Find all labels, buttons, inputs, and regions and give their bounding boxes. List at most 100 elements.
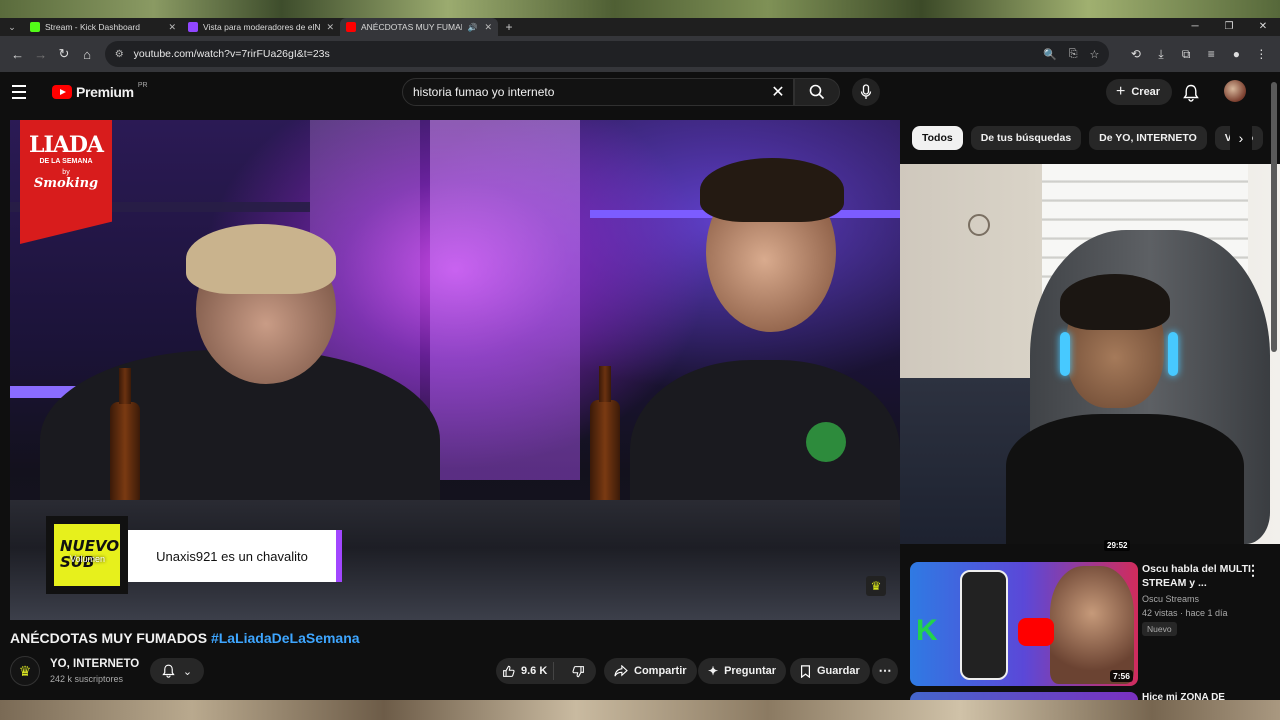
video-title-text: ANÉCDOTAS MUY FUMADOS bbox=[10, 630, 208, 646]
recommended-channel[interactable]: Oscu Streams bbox=[1142, 594, 1199, 604]
recommended-thumbnail[interactable]: K 7:56 bbox=[910, 562, 1138, 686]
youtube-favicon-icon bbox=[346, 22, 356, 32]
reading-list-icon[interactable]: ≡ bbox=[1199, 47, 1224, 61]
desktop-wallpaper-top bbox=[0, 0, 1280, 18]
guest-right-hair bbox=[700, 158, 844, 222]
logo-subtitle: DE LA SEMANA bbox=[39, 158, 93, 165]
profile-icon[interactable]: ● bbox=[1224, 47, 1249, 61]
tab-kick-dashboard[interactable]: Stream - Kick Dashboard ✕ bbox=[24, 18, 182, 36]
chevron-right-icon[interactable]: › bbox=[1230, 126, 1252, 150]
like-button[interactable]: 9.6 K bbox=[496, 662, 555, 680]
thumbs-down-icon bbox=[572, 665, 584, 677]
minimize-icon[interactable]: ─ bbox=[1178, 18, 1212, 36]
tab-search-icon[interactable]: ⌄ bbox=[0, 18, 24, 36]
account-avatar[interactable] bbox=[1224, 80, 1246, 102]
youtube-header: Premium PR ✕ + Crear bbox=[0, 72, 1280, 112]
hashtag-link[interactable]: #LaLiadaDeLaSemana bbox=[211, 630, 360, 646]
bookmark-icon bbox=[800, 664, 811, 678]
thumbs-up-icon bbox=[503, 665, 515, 677]
chip-from-channel[interactable]: De YO, INTERNETO bbox=[1089, 126, 1207, 150]
streamer-hair bbox=[1060, 274, 1170, 330]
browser-menu-icon[interactable]: ⋮ bbox=[1249, 47, 1274, 61]
dreamcatcher bbox=[968, 214, 990, 236]
share-label: Compartir bbox=[634, 665, 687, 677]
save-button[interactable]: Guardar bbox=[790, 658, 870, 684]
notifications-button[interactable] bbox=[1180, 82, 1202, 104]
cast-icon[interactable]: ⎘ bbox=[1069, 48, 1078, 61]
search-input[interactable] bbox=[413, 85, 763, 99]
reload-icon[interactable]: ↻ bbox=[52, 42, 75, 66]
browser-toolbar: ← → ↻ ⌂ ⚙ youtube.com/watch?v=7rirFUa26g… bbox=[0, 36, 1280, 72]
channel-watermark-icon[interactable]: ♛ bbox=[866, 576, 886, 596]
beer-bottle bbox=[110, 368, 140, 502]
close-tab-icon[interactable]: ✕ bbox=[484, 22, 492, 33]
chevron-down-icon: ⌄ bbox=[182, 665, 193, 678]
back-icon[interactable]: ← bbox=[6, 42, 29, 66]
dislike-button[interactable] bbox=[560, 665, 596, 678]
headphone-light bbox=[1060, 332, 1070, 376]
plus-icon: + bbox=[1116, 83, 1126, 100]
youtube-logo[interactable]: Premium PR bbox=[52, 82, 148, 100]
tab-youtube-video[interactable]: ANÉCDOTAS MUY FUMADC 🔊 ✕ bbox=[340, 18, 498, 36]
close-tab-icon[interactable]: ✕ bbox=[168, 22, 176, 33]
ask-button[interactable]: ✦ Preguntar bbox=[698, 658, 787, 684]
tab-twitch-mod-view[interactable]: Vista para moderadores de elN ✕ bbox=[182, 18, 340, 36]
bookmark-star-icon[interactable]: ☆ bbox=[1090, 48, 1100, 61]
create-button[interactable]: + Crear bbox=[1106, 79, 1173, 105]
channel-avatar[interactable]: ♛ bbox=[10, 656, 40, 686]
menu-icon[interactable] bbox=[12, 82, 40, 102]
new-tab-button[interactable]: + bbox=[498, 20, 520, 34]
chip-from-searches[interactable]: De tus búsquedas bbox=[970, 126, 1082, 150]
speaker-icon[interactable]: 🔊 bbox=[467, 23, 477, 32]
zoom-icon[interactable]: 🔍 bbox=[1043, 48, 1057, 61]
more-actions-button[interactable]: ⋯ bbox=[872, 658, 898, 684]
recommended-video[interactable]: K 7:56 Oscu habla del MULTI STREAM y ...… bbox=[910, 562, 1270, 686]
maximize-icon[interactable]: ❐ bbox=[1212, 18, 1246, 36]
chip-all[interactable]: Todos bbox=[912, 126, 963, 150]
share-button[interactable]: Compartir bbox=[604, 658, 697, 684]
recommended-meta: 42 vistas · hace 1 día bbox=[1142, 608, 1228, 618]
guest-left-hair bbox=[186, 224, 336, 294]
url-text: youtube.com/watch?v=7rirFUa26gI&t=23s bbox=[133, 48, 330, 60]
share-icon bbox=[614, 665, 628, 677]
clear-search-icon[interactable]: ✕ bbox=[763, 82, 793, 102]
filter-chips: Todos De tus búsquedas De YO, INTERNETO … bbox=[912, 126, 1264, 150]
scrollbar-thumb[interactable] bbox=[1271, 82, 1277, 352]
next-recommended-thumbnail[interactable] bbox=[910, 692, 1138, 700]
voice-search-button[interactable] bbox=[852, 78, 880, 106]
search-box: ✕ bbox=[402, 78, 794, 106]
youtube-play-icon bbox=[52, 85, 72, 99]
channel-name[interactable]: YO, INTERNETO bbox=[50, 658, 139, 670]
tab-title: Stream - Kick Dashboard bbox=[45, 22, 140, 32]
tab-title: Vista para moderadores de elN bbox=[203, 22, 321, 32]
site-info-icon[interactable]: ⚙ bbox=[115, 49, 124, 60]
history-icon[interactable]: ⟲ bbox=[1123, 47, 1148, 61]
address-bar[interactable]: ⚙ youtube.com/watch?v=7rirFUa26gI&t=23s … bbox=[104, 41, 1110, 67]
window-controls: ─ ❐ ✕ bbox=[1178, 18, 1280, 36]
background-light bbox=[430, 120, 580, 480]
kick-favicon-icon bbox=[30, 22, 40, 32]
kick-letter-graphic: K bbox=[916, 614, 938, 647]
subscribed-button[interactable]: ⌄ bbox=[150, 658, 204, 684]
create-label: Crear bbox=[1131, 86, 1161, 98]
region-code: PR bbox=[137, 82, 148, 89]
sub-alert-message: Unaxis921 es un chavalito bbox=[128, 530, 342, 582]
bell-icon bbox=[162, 664, 175, 678]
like-dislike-group: 9.6 K bbox=[496, 658, 596, 684]
logo-sponsor: Smoking bbox=[33, 176, 99, 191]
home-icon[interactable]: ⌂ bbox=[76, 42, 99, 66]
more-options-icon[interactable]: ⋮ bbox=[1246, 562, 1260, 579]
video-duration: 7:56 bbox=[1110, 670, 1134, 682]
tab-title: ANÉCDOTAS MUY FUMADC bbox=[361, 22, 463, 32]
search-button[interactable] bbox=[794, 78, 840, 106]
close-window-icon[interactable]: ✕ bbox=[1246, 18, 1280, 36]
youtube-logo-graphic bbox=[1018, 618, 1054, 646]
recommended-title[interactable]: Oscu habla del MULTI STREAM y ... bbox=[1142, 562, 1252, 590]
video-player[interactable]: LIADA DE LA SEMANA by Smoking NUEVO SUB … bbox=[10, 120, 900, 620]
sparkle-icon: ✦ bbox=[708, 664, 719, 678]
extensions-icon[interactable]: ⧉ bbox=[1174, 47, 1199, 62]
download-icon[interactable]: ⤓ bbox=[1149, 47, 1174, 62]
close-tab-icon[interactable]: ✕ bbox=[326, 22, 334, 33]
subscriber-count: 242 k suscriptores bbox=[50, 674, 124, 684]
forward-icon[interactable]: → bbox=[29, 42, 52, 66]
